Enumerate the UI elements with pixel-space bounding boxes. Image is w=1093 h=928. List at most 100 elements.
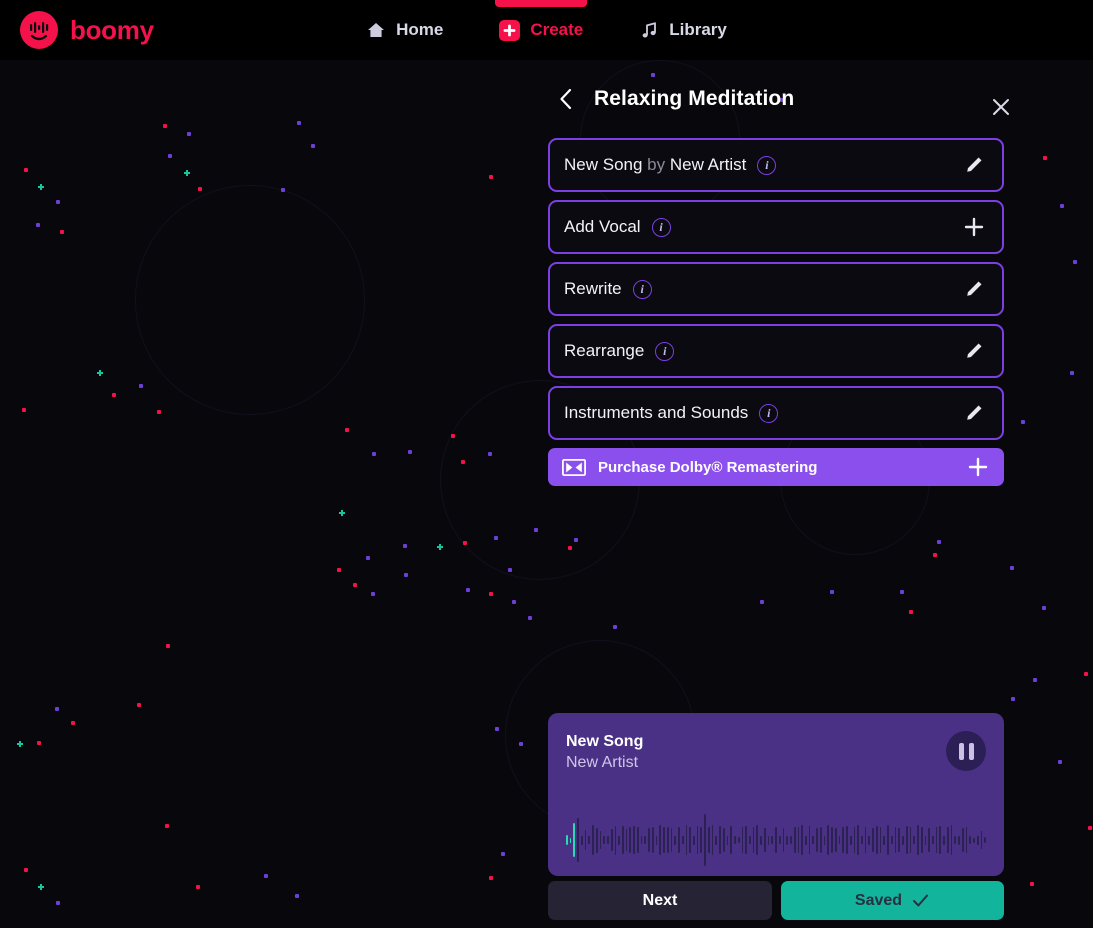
waveform-bar	[890, 836, 893, 844]
background-particle	[830, 590, 834, 594]
plus-icon[interactable]	[966, 455, 990, 479]
nav-label-create: Create	[530, 20, 584, 39]
background-particle	[909, 610, 913, 614]
background-particle	[1033, 678, 1037, 682]
row-label-rewrite: Rewrite	[564, 279, 622, 298]
waveform-bar	[961, 828, 964, 852]
waveform-bar	[917, 825, 919, 855]
waveform-scrubber[interactable]	[566, 809, 986, 871]
pencil-edit-icon[interactable]	[960, 151, 988, 179]
purchase-dolby-remastering-button[interactable]: Purchase Dolby® Remastering	[548, 448, 1004, 486]
nav-item-home[interactable]: Home	[366, 0, 443, 60]
row-label-instruments-and-sounds: Instruments and Sounds	[564, 403, 749, 422]
row-instruments-and-sounds[interactable]: Instruments and Sounds i	[548, 386, 1004, 440]
panel-header: Relaxing Meditation	[548, 60, 1009, 138]
waveform-bar	[700, 827, 703, 853]
waveform-bar	[622, 826, 624, 854]
background-particle	[1070, 371, 1074, 375]
waveform-bar	[737, 837, 740, 843]
back-button[interactable]	[552, 82, 580, 116]
waveform-bar	[748, 836, 751, 844]
waveform-bar	[819, 827, 822, 853]
background-particle	[489, 876, 493, 880]
background-particle	[22, 408, 26, 412]
check-icon	[911, 891, 930, 910]
info-icon[interactable]: i	[759, 403, 779, 423]
next-button[interactable]: Next	[548, 881, 772, 920]
waveform-bar	[958, 835, 960, 845]
background-particle	[345, 428, 349, 432]
dolby-label: Purchase Dolby® Remastering	[598, 458, 818, 476]
saved-button[interactable]: Saved	[781, 881, 1004, 920]
row-rearrange[interactable]: Rearrange i	[548, 324, 1004, 378]
background-particle	[451, 434, 455, 438]
waveform-bar	[577, 818, 579, 862]
background-particle	[168, 154, 172, 158]
waveform-bar	[573, 823, 576, 857]
waveform-bar	[816, 828, 818, 852]
row-rewrite[interactable]: Rewrite i	[548, 262, 1004, 316]
background-particle	[1011, 697, 1015, 701]
waveform-bar	[651, 827, 654, 853]
background-particle	[408, 450, 412, 454]
waveform-bar	[730, 826, 733, 854]
saved-label: Saved	[854, 891, 903, 909]
waveform-bar	[580, 835, 583, 845]
waveform-bar	[603, 836, 606, 844]
waveform-bar	[711, 825, 714, 855]
nav-item-library[interactable]: Library	[639, 0, 727, 60]
waveform-bar	[629, 827, 632, 853]
background-particle	[196, 885, 200, 889]
waveform-bar	[883, 835, 886, 845]
background-glow-ring	[135, 185, 365, 415]
pencil-edit-icon[interactable]	[960, 275, 988, 303]
chevron-left-icon	[560, 88, 572, 110]
dolby-logo-icon	[562, 458, 586, 476]
background-particle	[488, 452, 492, 456]
waveform-bar	[692, 835, 695, 845]
close-button[interactable]	[988, 94, 1014, 120]
background-particle	[1084, 672, 1088, 676]
background-particle	[494, 536, 498, 540]
background-particle	[337, 568, 341, 572]
background-particle	[37, 741, 41, 745]
boomy-smiley-logo-icon	[20, 11, 58, 49]
background-particle	[568, 546, 572, 550]
waveform-bar	[778, 836, 781, 844]
nav-item-create[interactable]: Create	[495, 0, 588, 60]
row-label-rearrange: Rearrange	[564, 341, 645, 360]
background-particle	[71, 721, 75, 725]
brand-logo[interactable]: boomy	[20, 11, 154, 49]
nav-label-home: Home	[396, 20, 444, 39]
waveform-bar	[719, 826, 721, 854]
background-particle	[574, 538, 578, 542]
pencil-edit-icon[interactable]	[960, 337, 988, 365]
waveform-bar	[879, 827, 882, 853]
info-icon[interactable]: i	[655, 341, 675, 361]
info-icon[interactable]: i	[757, 155, 777, 175]
background-particle	[163, 124, 167, 128]
background-particle	[508, 568, 512, 572]
waveform-bar	[707, 827, 710, 853]
background-particle	[437, 544, 443, 550]
row-add-vocal[interactable]: Add Vocal i	[548, 200, 1004, 254]
background-particle	[139, 384, 143, 388]
waveform-bar	[797, 827, 800, 853]
pause-icon[interactable]	[946, 731, 986, 771]
plus-icon[interactable]	[960, 213, 988, 241]
background-particle	[56, 200, 60, 204]
background-particle	[937, 540, 941, 544]
background-particle	[466, 588, 470, 592]
close-icon	[993, 99, 1009, 115]
waveform-bar	[790, 836, 792, 844]
background-particle	[311, 144, 315, 148]
pencil-edit-icon[interactable]	[960, 399, 988, 427]
background-particle	[461, 460, 465, 464]
info-icon[interactable]: i	[632, 279, 652, 299]
waveform-bar	[745, 826, 747, 854]
waveform-bar	[782, 828, 785, 852]
waveform-bar	[767, 835, 770, 845]
row-song-artist[interactable]: New Song by New Artist i	[548, 138, 1004, 192]
background-particle	[372, 452, 376, 456]
info-icon[interactable]: i	[651, 217, 671, 237]
